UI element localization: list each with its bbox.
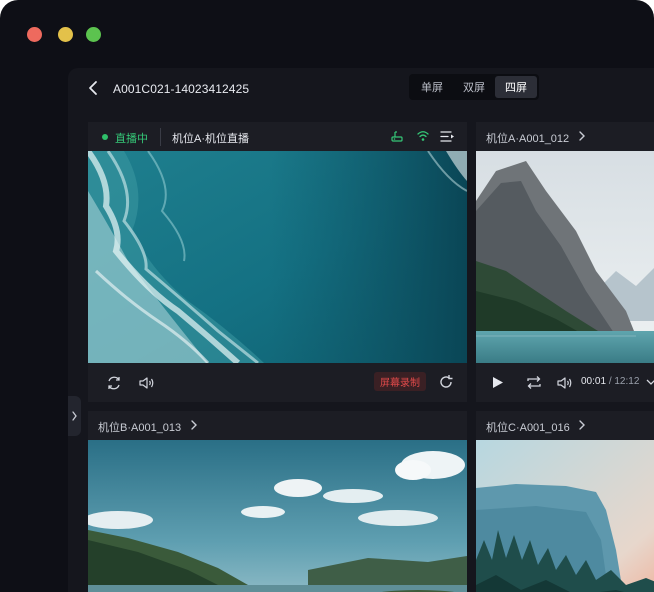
volume-icon[interactable]	[138, 375, 155, 391]
layout-quad-tab[interactable]: 四屏	[495, 76, 537, 98]
tile-b-controls: 00:01 / 12:12	[476, 363, 654, 402]
tile-a-name: 机位A·机位直播	[172, 133, 249, 145]
back-icon[interactable]	[86, 80, 100, 96]
lake-video-feed	[88, 440, 467, 592]
total-duration: 12:12	[614, 376, 640, 387]
live-indicator-icon	[102, 134, 108, 140]
maximize-window-button[interactable]	[86, 27, 101, 42]
chevron-right-icon[interactable]	[190, 420, 198, 430]
layout-single-tab[interactable]: 单屏	[411, 76, 453, 98]
tile-b-header[interactable]: 机位A·A001_012	[476, 122, 654, 151]
side-expand-handle[interactable]	[68, 396, 81, 436]
ocean-live-feed	[88, 151, 467, 363]
current-time: 00:01	[581, 376, 607, 387]
time-separator: /	[608, 376, 612, 387]
page-title: A001C021-14023412425	[113, 82, 250, 96]
tile-b-name: 机位A·A001_012	[486, 133, 570, 145]
tile-d-name: 机位C·A001_016	[486, 422, 570, 434]
panel-header: A001C021-14023412425 单屏 双屏 四屏	[68, 68, 654, 108]
camera-tile-a: 直播中 机位A·机位直播 屏幕录制	[88, 122, 467, 402]
chevron-right-icon[interactable]	[578, 131, 586, 141]
layout-dual-tab[interactable]: 双屏	[453, 76, 495, 98]
layout-switch: 单屏 双屏 四屏	[409, 74, 539, 100]
volume-icon[interactable]	[556, 375, 573, 391]
minimize-window-button[interactable]	[58, 27, 73, 42]
chevron-right-icon[interactable]	[578, 420, 586, 430]
side-expand-icon	[72, 411, 77, 421]
chevron-down-icon[interactable]	[646, 378, 654, 386]
playlist-icon[interactable]	[440, 130, 455, 143]
camera-tile-c: 机位B·A001_013	[88, 411, 467, 592]
tile-d-header[interactable]: 机位C·A001_016	[476, 411, 654, 440]
play-icon[interactable]	[492, 376, 504, 389]
header-divider	[160, 128, 161, 146]
tile-c-name: 机位B·A001_013	[98, 422, 182, 434]
refresh-icon[interactable]	[106, 375, 122, 391]
tile-c-header[interactable]: 机位B·A001_013	[88, 411, 467, 440]
camera-tile-d: 机位C·A001_016	[476, 411, 654, 592]
live-status-label: 直播中	[115, 133, 148, 145]
camera-tile-b: 机位A·A001_012 00:01 / 12:12	[476, 122, 654, 402]
monitor-panel: A001C021-14023412425 单屏 双屏 四屏 直播中 机位A·机位…	[68, 68, 654, 592]
close-window-button[interactable]	[27, 27, 42, 42]
screen-record-button[interactable]: 屏幕录制	[374, 372, 426, 391]
app-window: A001C021-14023412425 单屏 双屏 四屏 直播中 机位A·机位…	[0, 0, 654, 592]
mountain-video-feed	[476, 151, 654, 363]
wifi-icon[interactable]	[416, 129, 430, 143]
loop-icon[interactable]	[526, 375, 542, 390]
tile-a-controls: 屏幕录制	[88, 363, 467, 402]
forest-video-feed	[476, 440, 654, 592]
tile-a-header: 直播中 机位A·机位直播	[88, 122, 467, 151]
reload-icon[interactable]	[438, 374, 454, 390]
playback-time: 00:01 / 12:12	[581, 376, 639, 387]
network-icon[interactable]	[390, 129, 404, 143]
